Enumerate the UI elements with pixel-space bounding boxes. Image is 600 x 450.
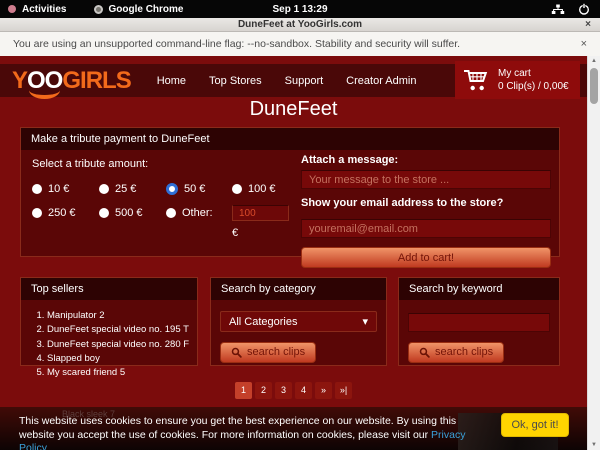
tribute-message-section: Attach a message: Show your email addres…	[301, 154, 551, 268]
email-label: Show your email address to the store?	[301, 197, 551, 209]
nav-item-home[interactable]: Home	[157, 75, 186, 87]
activities-button[interactable]: Activities	[8, 4, 66, 15]
page-button-3[interactable]: 3	[275, 382, 292, 399]
message-input[interactable]	[301, 170, 551, 189]
app-menu-label: Google Chrome	[108, 4, 183, 15]
radio-icon	[32, 208, 42, 218]
vertical-scrollbar[interactable]: ▲ ▼	[587, 56, 600, 450]
page-button-last[interactable]: »|	[335, 382, 352, 399]
activities-icon	[8, 5, 16, 13]
clock[interactable]: Sep 1 13:29	[272, 4, 327, 15]
top-seller-item[interactable]: Manipulator 2	[47, 309, 197, 323]
radio-icon	[166, 183, 178, 195]
amount-radio-250[interactable]: 250 €	[32, 205, 99, 221]
cookie-message: This website uses cookies to ensure you …	[19, 415, 471, 450]
page-content: YOOGIRLS Home Top Stores Support Creator…	[0, 56, 600, 450]
logo-text: Y	[12, 66, 27, 96]
warning-close-icon[interactable]: ×	[581, 38, 587, 50]
radio-icon	[32, 184, 42, 194]
email-input[interactable]	[301, 219, 551, 238]
top-seller-item[interactable]: DuneFeet special video no. 195 T	[47, 323, 197, 337]
search-keyword-header: Search by keyword	[399, 278, 559, 300]
category-select[interactable]: All Categories ▾	[220, 311, 377, 332]
app-menu-button[interactable]: Google Chrome	[94, 4, 183, 15]
radio-icon	[99, 208, 109, 218]
top-sellers-panel: Top sellers Manipulator 2 DuneFeet speci…	[20, 277, 198, 366]
top-seller-item[interactable]: My scared friend 5	[47, 366, 197, 380]
power-icon[interactable]	[578, 3, 590, 15]
tribute-amount-section: Select a tribute amount: 10 € 25 € 50 € …	[32, 158, 294, 239]
scroll-down-icon[interactable]: ▼	[588, 442, 600, 448]
top-seller-item[interactable]: Slapped boy	[47, 352, 197, 366]
tribute-panel-header: Make a tribute payment to DuneFeet	[21, 128, 559, 150]
top-sellers-list: Manipulator 2 DuneFeet special video no.…	[47, 309, 197, 380]
search-clips-keyword-button[interactable]: search clips	[408, 342, 504, 363]
other-amount-input[interactable]	[232, 205, 289, 221]
tribute-panel: Make a tribute payment to DuneFeet Selec…	[20, 127, 560, 257]
cookie-accept-button[interactable]: Ok, got it!	[501, 413, 569, 437]
amount-radio-500[interactable]: 500 €	[99, 205, 166, 221]
category-selected-value: All Categories	[229, 316, 297, 328]
main-nav: Home Top Stores Support Creator Admin	[157, 75, 417, 87]
pagination: 1 2 3 4 » »|	[0, 382, 587, 399]
my-cart-button[interactable]: My cart 0 Clip(s) / 0,00€	[455, 61, 580, 99]
search-icon	[419, 347, 430, 358]
activities-label: Activities	[22, 4, 66, 15]
search-category-panel: Search by category All Categories ▾ sear…	[210, 277, 387, 366]
cookie-consent-bar: Black sleek 7 This website uses cookies …	[0, 407, 600, 450]
page-title: DuneFeet	[0, 98, 587, 121]
amount-radio-10[interactable]: 10 €	[32, 183, 99, 195]
page-button-2[interactable]: 2	[255, 382, 272, 399]
scrollbar-thumb[interactable]	[590, 68, 598, 104]
network-icon[interactable]	[551, 4, 565, 15]
search-clips-category-button[interactable]: search clips	[220, 342, 316, 363]
search-icon	[231, 347, 242, 358]
window-title: DuneFeet at YooGirls.com	[238, 19, 362, 30]
chrome-warning-bar: You are using an unsupported command-lin…	[0, 32, 600, 56]
window-close-icon[interactable]: ×	[585, 18, 591, 31]
search-keyword-panel: Search by keyword search clips	[398, 277, 560, 366]
site-logo[interactable]: YOOGIRLS	[12, 66, 131, 96]
add-to-cart-button[interactable]: Add to cart!	[301, 247, 551, 268]
message-label: Attach a message:	[301, 154, 551, 166]
scroll-up-icon[interactable]: ▲	[588, 58, 600, 64]
system-top-bar: Activities Google Chrome Sep 1 13:29	[0, 0, 600, 18]
window-title-bar: DuneFeet at YooGirls.com ×	[0, 18, 600, 32]
site-header: YOOGIRLS Home Top Stores Support Creator…	[0, 64, 587, 97]
amount-radio-other[interactable]: Other:	[166, 205, 232, 221]
select-amount-label: Select a tribute amount:	[32, 158, 294, 170]
currency-symbol: €	[232, 227, 292, 239]
amount-radio-25[interactable]: 25 €	[99, 183, 166, 195]
keyword-input[interactable]	[408, 313, 550, 332]
cart-icon	[463, 67, 490, 93]
search-category-header: Search by category	[211, 278, 386, 300]
top-sellers-header: Top sellers	[21, 278, 197, 300]
radio-icon	[99, 184, 109, 194]
logo-eyes: OO	[27, 66, 62, 96]
nav-item-support[interactable]: Support	[285, 75, 324, 87]
radio-icon	[232, 184, 242, 194]
chrome-icon	[94, 5, 103, 14]
amount-radio-50[interactable]: 50 €	[166, 183, 232, 195]
amount-radio-100[interactable]: 100 €	[232, 183, 292, 195]
chevron-down-icon: ▾	[362, 315, 368, 328]
nav-item-top-stores[interactable]: Top Stores	[209, 75, 262, 87]
radio-icon	[166, 208, 176, 218]
logo-text-girls: GIRLS	[62, 66, 130, 96]
nav-item-creator-admin[interactable]: Creator Admin	[346, 75, 416, 87]
cart-title: My cart	[498, 67, 569, 80]
warning-message: You are using an unsupported command-lin…	[13, 38, 460, 50]
page-button-4[interactable]: 4	[295, 382, 312, 399]
page-button-1[interactable]: 1	[235, 382, 252, 399]
cart-summary: 0 Clip(s) / 0,00€	[498, 80, 569, 93]
top-seller-item[interactable]: DuneFeet special video no. 280 F	[47, 338, 197, 352]
page-button-next[interactable]: »	[315, 382, 332, 399]
